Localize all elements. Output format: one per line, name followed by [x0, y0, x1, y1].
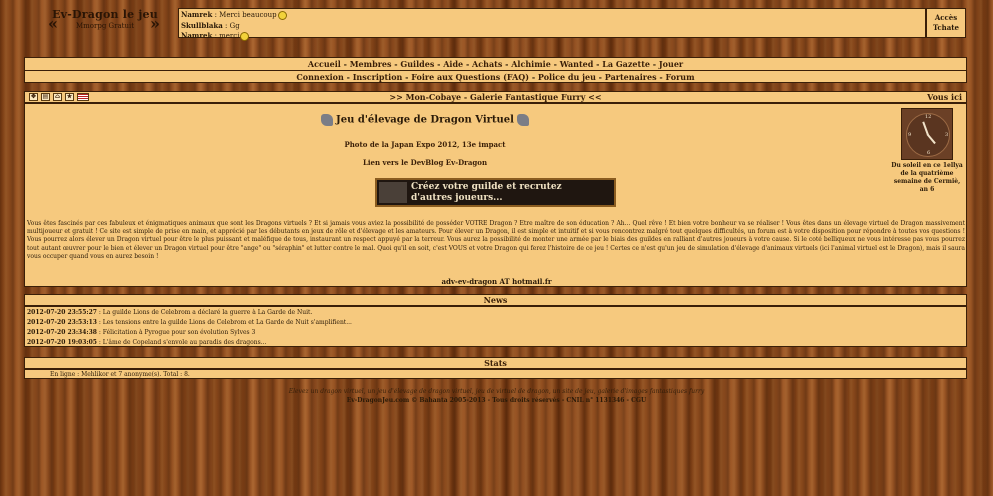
- smiley-icon: [240, 31, 250, 41]
- news-item[interactable]: 2012-07-20 23:53:13 : Les tensions entre…: [27, 318, 964, 328]
- game-description: Vous êtes fascinés par ces fabuleux et é…: [27, 220, 965, 260]
- nav-link-accueil[interactable]: Accueil: [308, 59, 341, 69]
- contact-email: adv-ev-dragon AT hotmail.fr: [441, 277, 552, 286]
- chat-author[interactable]: Namrek: [181, 31, 212, 40]
- nav-link-inscription[interactable]: Inscription: [353, 72, 403, 82]
- chat-box: Namrek : Merci beaucoup Skullblaka : Gg …: [178, 8, 926, 41]
- news-date: 2012-07-20 23:53:13: [27, 319, 97, 326]
- nav-link-alchimie[interactable]: Alchimie: [511, 59, 551, 69]
- news-text: : La guilde Lions de Celebrom a déclaré …: [96, 309, 313, 316]
- site-logo[interactable]: « Ev-Dragon le jeu Mmorpg Gratuit »: [40, 8, 170, 44]
- devblog-link[interactable]: Lien vers le DevBlog Ev-Dragon: [25, 158, 825, 167]
- japan-expo-photo-link[interactable]: Photo de la Japan Expo 2012, 13e impact: [25, 140, 825, 149]
- chat-author[interactable]: Skullblaka: [181, 21, 223, 30]
- nav-link-jouer[interactable]: Jouer: [659, 59, 683, 69]
- logo-arrow-left: «: [48, 14, 58, 33]
- main-navigation: Accueil - Membres - Guildes - Aide - Ach…: [24, 57, 967, 83]
- breadcrumb[interactable]: >> Mon-Cobaye - Galerie Fantastique Furr…: [389, 92, 601, 102]
- chat-line: Namrek : Merci beaucoup: [181, 10, 923, 21]
- clock-mark: 6: [927, 150, 931, 156]
- nav-link-faq[interactable]: Foire aux Questions (FAQ): [411, 72, 529, 82]
- banner-text-line-2: d'autres joueurs...: [411, 193, 503, 203]
- you-here-label: Vous ici: [927, 92, 962, 102]
- logo-arrow-right: »: [150, 14, 160, 33]
- smiley-icon: [277, 10, 287, 20]
- chat-author[interactable]: Namrek: [181, 10, 212, 19]
- nav-link-wanted[interactable]: Wanted: [560, 59, 594, 69]
- guild-recruit-banner[interactable]: Créez votre guilde et recrutez d'autres …: [375, 178, 616, 207]
- game-clock: 12 3 6 9: [901, 108, 953, 160]
- news-text: : Félicitation à Pyrogue pour son évolut…: [96, 329, 256, 336]
- stats-header: Stats: [24, 357, 967, 369]
- chat-access-link[interactable]: Accès Tchate: [926, 8, 966, 38]
- nav-row-2: Connexion - Inscription - Foire aux Ques…: [296, 72, 695, 82]
- nav-row-1: Accueil - Membres - Guildes - Aide - Ach…: [25, 58, 966, 71]
- news-date: 2012-07-20 23:34:38: [27, 329, 97, 336]
- arrows-icon[interactable]: ✥: [29, 93, 38, 101]
- nav-link-forum[interactable]: Forum: [666, 72, 695, 82]
- nav-link-police[interactable]: Police du jeu: [538, 72, 596, 82]
- chat-message: : Merci beaucoup: [212, 11, 277, 19]
- dragon-icon: [516, 114, 529, 126]
- chat-access-label-1: Accès: [934, 13, 958, 22]
- nav-link-connexion[interactable]: Connexion: [296, 72, 343, 82]
- nav-link-guildes[interactable]: Guildes: [400, 59, 434, 69]
- nav-link-membres[interactable]: Membres: [350, 59, 392, 69]
- banner-text-line-1: Créez votre guilde et recrutez: [411, 182, 562, 192]
- news-list: 2012-07-20 23:55:27 : La guilde Lions de…: [24, 306, 967, 347]
- banner-portrait: [379, 182, 407, 203]
- nav-link-gazette[interactable]: La Gazette: [602, 59, 650, 69]
- toolbar-icons: ✥ ▤ ⌂ ★: [29, 93, 89, 102]
- news-text: : Les tensions entre la guilde Lions de …: [96, 319, 352, 326]
- english-flag-icon[interactable]: [77, 93, 89, 101]
- clock-mark: 9: [908, 132, 912, 138]
- news-item[interactable]: 2012-07-20 23:34:38 : Félicitation à Pyr…: [27, 328, 964, 338]
- footer-keywords: Elevez un dragon virtuel, un jeu d'éleva…: [288, 388, 705, 395]
- page-title-text: Jeu d'élevage de Dragon Virtuel: [336, 114, 514, 126]
- bookmark-icon[interactable]: ★: [65, 93, 74, 101]
- chat-message: : Gg: [222, 21, 240, 30]
- nav-link-partenaires[interactable]: Partenaires: [605, 72, 657, 82]
- game-date-caption: Du soleil en ce 1ellya de la quatrième s…: [891, 162, 963, 193]
- nav-link-aide[interactable]: Aide: [443, 59, 463, 69]
- clock-mark: 12: [925, 114, 932, 120]
- dragon-icon: [321, 114, 334, 126]
- news-header: News: [24, 294, 967, 306]
- chat-message: : merci: [212, 32, 240, 40]
- online-stats: En ligne : Mehlikor et 7 anonyme(s). Tot…: [24, 369, 967, 379]
- home-icon[interactable]: ⌂: [53, 93, 62, 101]
- nav-link-achats[interactable]: Achats: [472, 59, 502, 69]
- news-date: 2012-07-20 19:03:05: [27, 339, 97, 346]
- news-text: : L'âme de Copeland s'envole au paradis …: [96, 339, 267, 346]
- chat-line: Skullblaka : Gg: [181, 21, 923, 32]
- footer-copyright[interactable]: Ev-DragonJeu.com © Bahanta 2005-2013 - T…: [0, 396, 993, 405]
- page-icon[interactable]: ▤: [41, 93, 50, 101]
- page-title: Jeu d'élevage de Dragon Virtuel: [25, 114, 825, 126]
- main-content: Jeu d'élevage de Dragon Virtuel Photo de…: [24, 103, 967, 287]
- chat-line: Namrek : merci: [181, 31, 923, 42]
- news-item[interactable]: 2012-07-20 23:55:27 : La guilde Lions de…: [27, 308, 964, 318]
- chat-access-label-2: Tchate: [933, 23, 959, 32]
- news-date: 2012-07-20 23:55:27: [27, 309, 97, 316]
- news-item[interactable]: 2012-07-20 19:03:05 : L'âme de Copeland …: [27, 338, 964, 348]
- content-title-bar: ✥ ▤ ⌂ ★ >> Mon-Cobaye - Galerie Fantasti…: [24, 91, 967, 103]
- footer: Elevez un dragon virtuel, un jeu d'éleva…: [0, 387, 993, 405]
- clock-mark: 3: [945, 132, 949, 138]
